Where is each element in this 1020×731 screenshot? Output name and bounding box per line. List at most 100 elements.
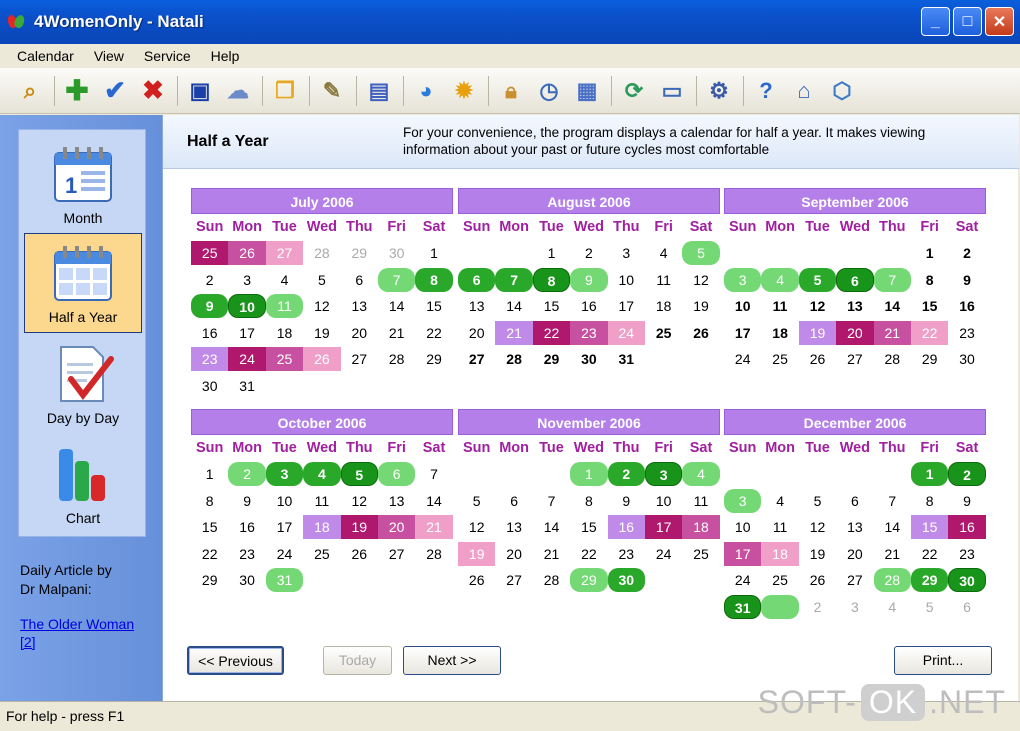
day-cell[interactable]: 6 bbox=[948, 595, 985, 619]
article-link-line[interactable]: [2] bbox=[20, 633, 150, 651]
day-cell[interactable]: 31 bbox=[265, 568, 304, 593]
day-cell[interactable]: 2 bbox=[228, 462, 266, 487]
day-cell[interactable]: 30 bbox=[948, 347, 985, 371]
notes-icon[interactable]: ▦ bbox=[571, 75, 603, 107]
day-cell[interactable]: 13 bbox=[341, 294, 378, 318]
day-cell[interactable]: 19 bbox=[340, 515, 378, 540]
day-cell[interactable]: 11 bbox=[682, 489, 719, 513]
day-cell[interactable]: 15 bbox=[911, 294, 948, 318]
day-cell[interactable]: 16 bbox=[607, 515, 645, 540]
refresh-icon[interactable]: ⟳ bbox=[618, 75, 650, 107]
day-cell[interactable]: 16 bbox=[948, 515, 986, 540]
day-cell[interactable]: 2 bbox=[799, 595, 836, 619]
home-icon[interactable]: ⌂ bbox=[788, 75, 820, 107]
day-cell[interactable]: 2 bbox=[570, 241, 607, 265]
day-cell[interactable]: 21 bbox=[378, 321, 415, 345]
day-cell[interactable]: 17 bbox=[724, 321, 761, 345]
day-cell[interactable]: 28 bbox=[873, 568, 911, 593]
day-cell[interactable]: 6 bbox=[458, 267, 496, 292]
day-cell[interactable]: 22 bbox=[911, 542, 948, 566]
day-cell[interactable]: 14 bbox=[533, 515, 570, 539]
window-icon[interactable]: ▭ bbox=[656, 75, 688, 107]
day-cell[interactable]: 5 bbox=[798, 267, 837, 292]
day-cell[interactable]: 25 bbox=[303, 542, 340, 566]
day-cell[interactable]: 24 bbox=[266, 542, 303, 566]
day-cell[interactable]: 2 bbox=[191, 268, 228, 292]
day-cell[interactable]: 15 bbox=[533, 294, 570, 318]
day-cell[interactable]: 9 bbox=[608, 489, 645, 513]
add-icon[interactable]: ✚ bbox=[61, 75, 93, 107]
day-cell[interactable]: 9 bbox=[948, 489, 985, 513]
day-cell[interactable]: 28 bbox=[533, 568, 570, 592]
day-cell[interactable]: 14 bbox=[378, 294, 415, 318]
day-cell[interactable]: 17 bbox=[724, 541, 762, 566]
day-cell[interactable]: 7 bbox=[495, 267, 533, 292]
day-cell[interactable]: 24 bbox=[724, 568, 761, 592]
day-cell[interactable]: 29 bbox=[533, 347, 570, 371]
sidebar-item-half-a-year[interactable]: Half a Year bbox=[24, 233, 142, 333]
day-cell[interactable]: 29 bbox=[415, 347, 452, 371]
day-cell[interactable]: 26 bbox=[682, 321, 719, 345]
menu-help[interactable]: Help bbox=[204, 48, 253, 64]
day-cell[interactable]: 13 bbox=[495, 515, 532, 539]
close-button[interactable]: ✕ bbox=[985, 7, 1014, 36]
day-cell[interactable]: 8 bbox=[570, 489, 607, 513]
day-cell[interactable]: 22 bbox=[910, 320, 949, 345]
day-cell[interactable]: 17 bbox=[644, 515, 683, 540]
day-cell[interactable]: 14 bbox=[415, 489, 452, 513]
day-cell[interactable]: 3 bbox=[724, 267, 762, 292]
day-cell[interactable]: 29 bbox=[341, 241, 378, 265]
day-cell[interactable]: 21 bbox=[533, 542, 570, 566]
day-cell[interactable]: 24 bbox=[645, 542, 682, 566]
next-button[interactable]: Next >> bbox=[403, 646, 501, 675]
day-cell[interactable]: 7 bbox=[873, 267, 911, 292]
day-cell[interactable]: 14 bbox=[874, 515, 911, 539]
delete-icon[interactable]: ✖ bbox=[137, 75, 169, 107]
day-cell[interactable]: 3 bbox=[265, 462, 304, 487]
day-cell[interactable]: 18 bbox=[761, 321, 798, 345]
day-cell[interactable]: 26 bbox=[799, 347, 836, 371]
day-cell[interactable]: 29 bbox=[191, 568, 228, 592]
day-cell[interactable]: 22 bbox=[570, 542, 607, 566]
minimize-button[interactable]: _ bbox=[921, 7, 950, 36]
day-cell[interactable]: 18 bbox=[645, 294, 682, 318]
day-cell[interactable]: 21 bbox=[874, 542, 911, 566]
check-icon[interactable]: ✔ bbox=[99, 75, 131, 107]
day-cell[interactable]: 4 bbox=[303, 462, 341, 487]
day-cell[interactable]: 3 bbox=[644, 462, 683, 487]
day-cell[interactable]: 27 bbox=[836, 347, 873, 371]
day-cell[interactable]: 27 bbox=[341, 347, 378, 371]
day-cell[interactable]: 18 bbox=[682, 515, 720, 540]
day-cell[interactable]: 5 bbox=[799, 489, 836, 513]
day-cell[interactable]: 13 bbox=[458, 294, 495, 318]
day-cell[interactable]: 7 bbox=[377, 267, 416, 292]
day-cell[interactable]: 30 bbox=[607, 568, 645, 593]
day-cell[interactable]: 4 bbox=[761, 267, 799, 292]
day-cell[interactable]: 22 bbox=[191, 542, 228, 566]
day-cell[interactable]: 10 bbox=[266, 489, 303, 513]
article-link-line[interactable]: The Older Woman bbox=[20, 615, 150, 633]
day-cell[interactable]: 12 bbox=[799, 515, 836, 539]
title-bar[interactable]: 4WomenOnly - Natali _ □ ✕ bbox=[0, 0, 1020, 44]
day-cell[interactable]: 27 bbox=[458, 347, 495, 371]
menu-service[interactable]: Service bbox=[137, 48, 204, 64]
day-cell[interactable]: 6 bbox=[341, 268, 378, 292]
day-cell[interactable]: 12 bbox=[341, 489, 378, 513]
day-cell[interactable]: 31 bbox=[228, 374, 265, 398]
day-cell[interactable]: 3 bbox=[836, 595, 873, 619]
day-cell[interactable]: 8 bbox=[415, 267, 453, 292]
day-cell[interactable]: 1 bbox=[570, 462, 608, 487]
day-cell[interactable]: 23 bbox=[948, 321, 985, 345]
chart-icon[interactable]: ▤ bbox=[363, 75, 395, 107]
day-cell[interactable] bbox=[761, 594, 799, 619]
folders-icon[interactable]: ❐ bbox=[269, 75, 301, 107]
day-cell[interactable]: 7 bbox=[533, 489, 570, 513]
day-cell[interactable]: 20 bbox=[495, 542, 532, 566]
day-cell[interactable]: 19 bbox=[303, 321, 340, 345]
day-cell[interactable]: 12 bbox=[458, 515, 495, 539]
day-cell[interactable]: 18 bbox=[761, 541, 799, 566]
day-cell[interactable]: 16 bbox=[570, 294, 607, 318]
day-cell[interactable]: 20 bbox=[836, 542, 873, 566]
day-cell[interactable]: 8 bbox=[911, 268, 948, 292]
sidebar-item-chart[interactable]: Chart bbox=[24, 435, 142, 535]
